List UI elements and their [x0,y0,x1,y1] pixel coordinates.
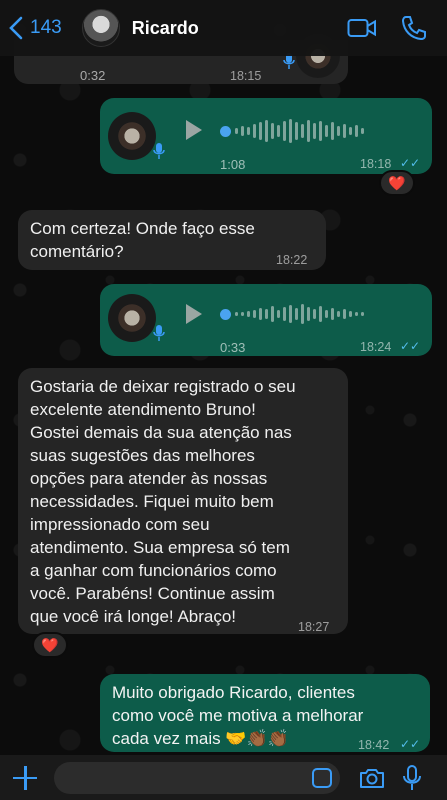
message-text-line: impressionado com seu [30,515,210,534]
sender-avatar [108,112,156,160]
message-text-line: necessidades. Fiquei muito bem [30,492,274,511]
message-text-line: suas sugestões das melhores [30,446,255,465]
microphone-icon [153,143,165,159]
message-text-line: Com certeza! Onde faço esse [30,219,255,238]
voice-duration: 1:08 [220,157,246,172]
message-time: 18:24 [360,340,392,354]
compose-bar [0,755,447,800]
message-time: 18:15 [230,69,262,83]
voice-duration: 0:33 [220,340,246,355]
reaction-heart[interactable]: ❤️ [32,632,68,658]
message-outgoing: Muito obrigado Ricardo, clientes como vo… [100,674,430,752]
message-incoming-long: Gostaria de deixar registrado o seu exce… [18,368,348,634]
microphone-icon[interactable] [400,764,424,792]
message-incoming: Com certeza! Onde faço esse comentário? … [18,210,326,270]
play-button[interactable] [186,120,202,140]
message-text-line: a ganhar com funcionários como [30,561,277,580]
message-text-line: você. Parabéns! Continue assim [30,584,275,603]
message-text-line: comentário? [30,242,124,261]
unread-count: 143 [30,17,62,38]
message-text-line: excelente atendimento Bruno! [30,400,256,419]
voice-waveform[interactable] [220,118,367,144]
read-receipt-icon: ✓✓ [400,339,421,353]
voice-call-button[interactable] [399,13,429,43]
contact-name[interactable]: Ricardo [132,18,199,39]
chat-header: 143 Ricardo [0,0,447,56]
sender-avatar [108,294,156,342]
message-time: 18:22 [276,253,308,267]
play-button[interactable] [186,304,202,324]
reaction-heart[interactable]: ❤️ [379,170,415,196]
voice-message-outgoing: 0:33 18:24 ✓✓ [100,284,432,356]
video-call-button[interactable] [347,13,377,43]
message-input[interactable] [54,761,340,794]
plus-icon[interactable] [12,765,38,791]
microphone-icon [153,325,165,341]
message-text-line: atendimento. Sua empresa só tem [30,538,290,557]
phone-icon [401,16,426,41]
message-text-line: como você me motiva a melhorar [112,706,364,725]
video-camera-icon [347,19,376,37]
voice-message-outgoing: 1:08 18:18 ✓✓ [100,98,432,174]
camera-icon[interactable] [358,764,386,792]
sticker-icon[interactable] [312,767,332,788]
contact-avatar[interactable] [81,9,120,47]
message-text-line: que você irá longe! Abraço! [30,607,237,626]
read-receipt-icon: ✓✓ [400,737,421,751]
message-time: 18:27 [298,620,330,634]
message-time: 18:42 [358,738,390,752]
message-text-line: Gostaria de deixar registrado o seu [30,377,296,396]
voice-duration: 0:32 [80,68,106,83]
message-text-line: Muito obrigado Ricardo, clientes [112,683,355,702]
message-text-line: Gostei demais da sua atenção nas [30,423,292,442]
chevron-left-icon [9,16,23,40]
voice-waveform[interactable] [220,301,367,327]
message-text-line: opções para atender às nossas [30,469,268,488]
back-button[interactable]: 143 [8,16,62,40]
